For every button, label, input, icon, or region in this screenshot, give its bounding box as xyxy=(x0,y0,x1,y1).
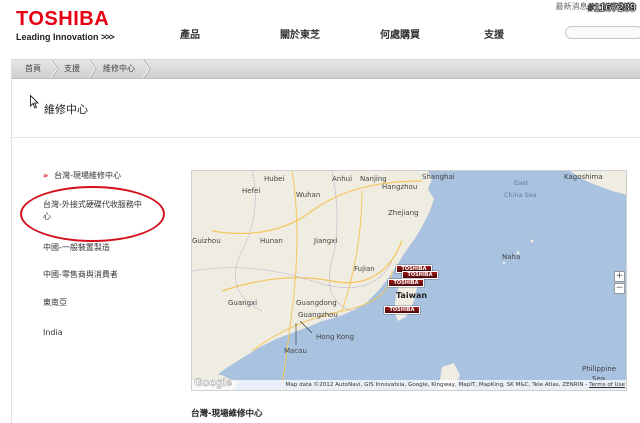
map-marker[interactable]: TOSHIBA xyxy=(388,279,424,287)
watermark: #1167289 xyxy=(587,2,636,15)
breadcrumb: 首頁 支援 維修中心 xyxy=(11,59,640,79)
divider xyxy=(11,137,640,138)
map-label-kagoshima: Kagoshima xyxy=(564,173,603,181)
map-label-wuhan: Wuhan xyxy=(296,191,321,199)
breadcrumb-separator-icon xyxy=(51,60,59,78)
nav-support[interactable]: 支援 xyxy=(484,26,504,41)
sidebar-item-label: 中國-零售商與消費者 xyxy=(43,270,118,279)
map-label-guangdong: Guangdong xyxy=(296,299,337,307)
news-link[interactable]: 最新消息 xyxy=(555,2,587,11)
sidebar-item-southeast-asia[interactable]: 東南亞 xyxy=(43,297,67,309)
page-title: 維修中心 xyxy=(44,103,88,116)
service-center-map[interactable]: Hubei Anhui Shanghai Hangzhou Wuhan Hefe… xyxy=(191,170,627,391)
highlight-circle xyxy=(20,186,165,242)
map-label-taiwan: Taiwan xyxy=(396,291,428,300)
map-label-philippine-sea-1: Philippine xyxy=(582,365,617,373)
sidebar-item-label: India xyxy=(43,328,63,337)
zoom-in-button[interactable]: + xyxy=(614,271,625,282)
search-input[interactable] xyxy=(565,26,640,39)
map-label-naha: Naha xyxy=(502,253,521,261)
sidebar-item-taiwan-onsite[interactable]: » 台灣-現場維修中心 xyxy=(43,170,121,182)
sidebar-item-india[interactable]: India xyxy=(43,327,63,339)
sidebar-item-label: 東南亞 xyxy=(43,298,67,307)
map-label-nanjing: Nanjing xyxy=(360,175,387,183)
breadcrumb-separator-icon xyxy=(89,60,97,78)
map-attribution: Map data ©2012 AutoNavi, GIS Innovatsia,… xyxy=(192,380,626,390)
nav-products[interactable]: 產品 xyxy=(180,26,200,41)
breadcrumb-current: 維修中心 xyxy=(103,64,135,73)
sidebar-item-label: 台灣-現場維修中心 xyxy=(54,171,122,180)
map-label-hefei: Hefei xyxy=(242,187,261,195)
map-label-east-china-sea-2: China Sea xyxy=(504,191,537,199)
section-title: 台灣-現場維修中心 xyxy=(191,409,263,419)
nav-where-to-buy[interactable]: 何處購買 xyxy=(380,26,420,41)
map-label-anhui: Anhui xyxy=(332,175,353,183)
map-label-guangzhou: Guangzhou xyxy=(298,311,338,319)
google-logo[interactable]: Google xyxy=(194,377,232,389)
map-label-hangzhou: Hangzhou xyxy=(382,183,418,191)
breadcrumb-separator-icon xyxy=(143,60,151,78)
map-label-jiangxi: Jiangxi xyxy=(314,237,338,245)
breadcrumb-support[interactable]: 支援 xyxy=(64,60,80,78)
mouse-cursor-icon xyxy=(30,95,39,109)
site-header: TOSHIBA Leading Innovation >>> 最新消息 聯絡我們… xyxy=(0,0,640,52)
map-label-east-china-sea-1: East xyxy=(514,179,529,187)
map-marker[interactable]: TOSHIBA xyxy=(402,271,438,279)
zoom-out-button[interactable]: − xyxy=(614,283,625,294)
map-label-guangxi: Guangxi xyxy=(228,299,258,307)
active-marker-icon: » xyxy=(43,171,49,180)
map-label-hong-kong: Hong Kong xyxy=(316,333,355,341)
map-label-hunan: Hunan xyxy=(260,237,283,245)
map-label-guizhou: Guizhou xyxy=(192,237,221,245)
map-label-hubei: Hubei xyxy=(264,175,285,183)
map-marker[interactable]: TOSHIBA xyxy=(384,306,420,314)
map-label-shanghai: Shanghai xyxy=(422,173,455,181)
terms-of-use-link[interactable]: Terms of Use xyxy=(589,382,625,388)
sidebar-item-china-retail[interactable]: 中國-零售商與消費者 xyxy=(43,269,118,281)
map-label-macau: Macau xyxy=(284,347,307,355)
sidebar-item-china-oem[interactable]: 中國-一般裝置製造 xyxy=(43,242,110,254)
map-label-zhejiang: Zhejiang xyxy=(388,209,419,217)
nav-about[interactable]: 關於東芝 xyxy=(280,26,320,41)
main-nav: 產品 關於東芝 何處購買 支援 xyxy=(0,26,640,42)
map-label-fujian: Fujian xyxy=(354,265,375,273)
sidebar-item-label: 中國-一般裝置製造 xyxy=(43,243,110,252)
breadcrumb-home[interactable]: 首頁 xyxy=(25,60,41,78)
